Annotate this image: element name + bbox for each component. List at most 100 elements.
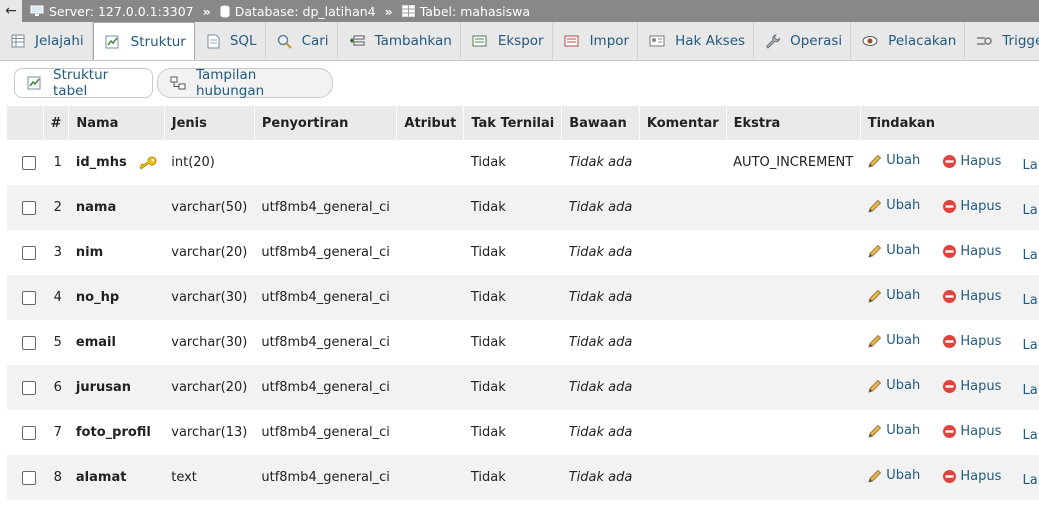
import-icon (564, 34, 580, 48)
header-attributes[interactable]: Atribut (396, 106, 465, 140)
row-checkbox[interactable] (22, 425, 36, 440)
edit-label: Ubah (886, 423, 921, 438)
drop-link[interactable]: Hapus (942, 289, 1001, 304)
back-arrow-icon[interactable]: ← (0, 0, 22, 22)
row-checkbox[interactable] (22, 290, 36, 305)
tab-operations[interactable]: Operasi (754, 22, 852, 60)
more-label: Lainnya (1022, 292, 1039, 308)
structure-icon (105, 35, 121, 49)
breadcrumb-server[interactable]: Server: 127.0.0.1:3307 (30, 4, 194, 19)
drop-link[interactable]: Hapus (942, 334, 1001, 349)
tab-triggers[interactable]: Trigger (965, 22, 1039, 60)
export-icon (472, 34, 488, 48)
tab-sql[interactable]: SQL (195, 22, 266, 60)
edit-link[interactable]: Ubah (867, 153, 920, 169)
row-default: Tidak ada (561, 320, 640, 365)
breadcrumb-table-label: Tabel: mahasiswa (419, 3, 531, 19)
drop-link[interactable]: Hapus (942, 379, 1001, 394)
sql-icon (206, 34, 220, 49)
tab-operations-label: Operasi (790, 33, 843, 49)
row-comment (639, 185, 727, 230)
tab-search[interactable]: Cari (266, 22, 338, 60)
edit-link[interactable]: Ubah (867, 288, 920, 304)
more-link[interactable]: Lainnya (1023, 203, 1039, 218)
row-collation: utf8mb4_general_ci (254, 320, 397, 365)
edit-link[interactable]: Ubah (867, 333, 920, 349)
drop-link[interactable]: Hapus (942, 199, 1001, 214)
row-collation: utf8mb4_general_ci (254, 275, 397, 320)
drop-label: Hapus (960, 423, 1002, 439)
more-link[interactable]: Lainnya (1023, 383, 1039, 398)
tab-import[interactable]: Impor (553, 22, 639, 60)
edit-link[interactable]: Ubah (867, 423, 920, 439)
more-link[interactable]: Lainnya (1023, 473, 1039, 488)
relation-view-button[interactable]: Tampilan hubungan (157, 67, 333, 99)
drop-link[interactable]: Hapus (942, 244, 1001, 259)
drop-icon (942, 424, 957, 439)
row-checkbox[interactable] (22, 155, 36, 170)
row-comment (639, 275, 727, 320)
drop-label: Hapus (960, 378, 1002, 394)
row-null: Tidak (463, 185, 562, 230)
header-extra[interactable]: Ekstra (726, 106, 861, 140)
pencil-icon (867, 153, 883, 169)
header-default[interactable]: Bawaan (561, 106, 640, 140)
row-collation: utf8mb4_general_ci (254, 365, 397, 410)
header-null[interactable]: Tak Ternilai (463, 106, 563, 140)
row-collation (254, 140, 397, 185)
tab-tracking[interactable]: Pelacakan (851, 22, 966, 60)
header-comment[interactable]: Komentar (639, 106, 727, 140)
edit-link[interactable]: Ubah (867, 378, 920, 394)
row-actions: Ubah Hapus Lainnya (860, 320, 1039, 365)
row-collation: utf8mb4_general_ci (254, 455, 397, 500)
more-link[interactable]: Lainnya (1023, 248, 1039, 263)
drop-link[interactable]: Hapus (942, 424, 1001, 439)
row-checkbox[interactable] (22, 245, 36, 260)
row-comment (639, 230, 727, 275)
row-collation: utf8mb4_general_ci (254, 410, 397, 455)
tab-browse[interactable]: Jelajahi (0, 22, 93, 60)
header-collation[interactable]: Penyortiran (254, 106, 398, 140)
header-action: Tindakan (860, 106, 1039, 140)
row-checkbox[interactable] (22, 470, 36, 485)
edit-link[interactable]: Ubah (867, 243, 920, 259)
more-link[interactable]: Lainnya (1023, 158, 1039, 173)
pencil-icon (867, 468, 883, 484)
row-checkbox-cell (7, 140, 43, 185)
tab-export[interactable]: Ekspor (461, 22, 553, 60)
more-link[interactable]: Lainnya (1023, 293, 1039, 308)
tab-privileges[interactable]: Hak Akses (638, 22, 755, 60)
header-num[interactable]: # (43, 106, 70, 140)
header-type[interactable]: Jenis (164, 106, 255, 140)
row-checkbox[interactable] (22, 380, 36, 395)
row-actions: Ubah Hapus Lainnya (860, 185, 1039, 230)
drop-icon (942, 154, 957, 169)
more-link[interactable]: Lainnya (1023, 338, 1039, 353)
row-checkbox[interactable] (22, 335, 36, 350)
row-name-cell: foto_profil (68, 410, 165, 455)
row-checkbox-cell (7, 185, 43, 230)
header-name[interactable]: Nama (68, 106, 165, 140)
row-num: 2 (43, 185, 69, 230)
row-default: Tidak ada (561, 410, 640, 455)
edit-label: Ubah (886, 468, 921, 483)
tab-structure[interactable]: Struktur (92, 22, 195, 60)
edit-label: Ubah (886, 333, 921, 348)
drop-icon (942, 244, 957, 259)
row-null: Tidak (463, 365, 562, 410)
breadcrumb-table[interactable]: Tabel: mahasiswa (401, 3, 531, 19)
more-link[interactable]: Lainnya (1023, 428, 1039, 443)
row-num: 4 (43, 275, 69, 320)
breadcrumb-database[interactable]: Database: dp_latihan4 (220, 4, 376, 19)
structure-table-button[interactable]: Struktur tabel (14, 67, 153, 99)
breadcrumb-separator: » (384, 3, 393, 19)
row-checkbox[interactable] (22, 200, 36, 215)
drop-link[interactable]: Hapus (942, 469, 1001, 484)
tab-insert[interactable]: Tambahkan (338, 22, 461, 60)
edit-link[interactable]: Ubah (867, 198, 920, 214)
breadcrumb-database-label: Database: dp_latihan4 (234, 3, 376, 19)
drop-link[interactable]: Hapus (942, 154, 1001, 169)
row-extra (726, 230, 861, 275)
edit-link[interactable]: Ubah (867, 468, 920, 484)
row-null: Tidak (463, 320, 562, 365)
